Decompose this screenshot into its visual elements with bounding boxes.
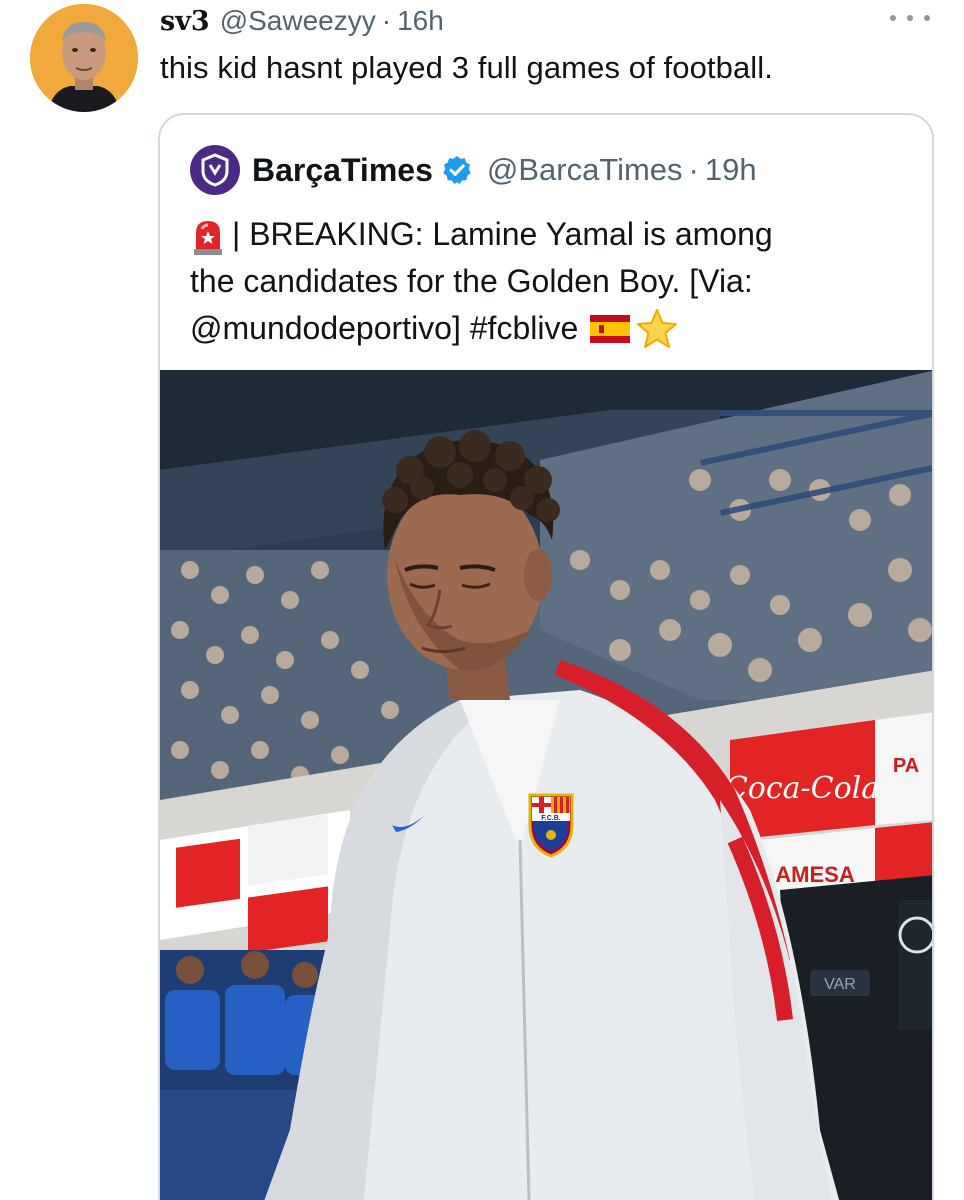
quoted-author-handle[interactable]: @BarcaTimes: [487, 152, 683, 188]
quoted-text-line-2: the candidates for the Golden Boy. [Via:: [190, 263, 753, 299]
verified-badge-icon: [443, 156, 471, 185]
tweet-text: this kid hasnt played 3 full games of fo…: [160, 50, 773, 85]
tweet-timestamp[interactable]: 16h: [397, 5, 444, 37]
spain-flag-emoji: [590, 314, 631, 343]
user-avatar[interactable]: [30, 4, 138, 112]
ad-pamesa-text: AMESA: [775, 862, 855, 887]
quoted-author-display-name[interactable]: BarçaTimes: [252, 152, 433, 189]
quoted-text-line-3[interactable]: @mundodeportivo] #fcblive: [190, 305, 578, 352]
star-emoji: [637, 308, 678, 348]
shield-icon: [201, 153, 229, 187]
quoted-tweet-timestamp[interactable]: 19h: [705, 152, 757, 188]
quoted-tweet-header: BarçaTimes @BarcaTimes · 19h: [190, 145, 757, 195]
ad-coca-cola-text: Coca-Cola: [725, 771, 879, 806]
quoted-tweet-card[interactable]: BarçaTimes @BarcaTimes · 19h | BREAKING:…: [158, 113, 934, 1200]
author-handle[interactable]: @Saweezyy: [220, 5, 376, 37]
quoted-tweet-text: | BREAKING: Lamine Yamal is among the ca…: [190, 211, 910, 352]
var-sign-text: VAR: [824, 976, 856, 993]
barcatimes-logo-avatar[interactable]: [190, 145, 240, 195]
header-separator: ·: [381, 5, 392, 36]
crest-text: F.C.B.: [541, 815, 561, 822]
author-display-name[interactable]: sv3: [160, 6, 210, 37]
more-horizontal-icon-dot: [924, 15, 930, 21]
quoted-header-separator: ·: [688, 152, 699, 187]
police-siren-emoji: [194, 220, 222, 255]
tweet-header: sv3 @Saweezyy · 16h: [160, 4, 444, 38]
tweet-media-photo[interactable]: Coca-Cola AMESA PA VAR F.C.B.: [160, 370, 932, 1200]
more-options-button[interactable]: [890, 6, 930, 30]
ad-pa-text: PA: [893, 755, 919, 777]
more-horizontal-icon: [890, 15, 896, 21]
more-horizontal-icon-dot: [907, 15, 913, 21]
quoted-text-line-1: | BREAKING: Lamine Yamal is among: [232, 216, 773, 252]
